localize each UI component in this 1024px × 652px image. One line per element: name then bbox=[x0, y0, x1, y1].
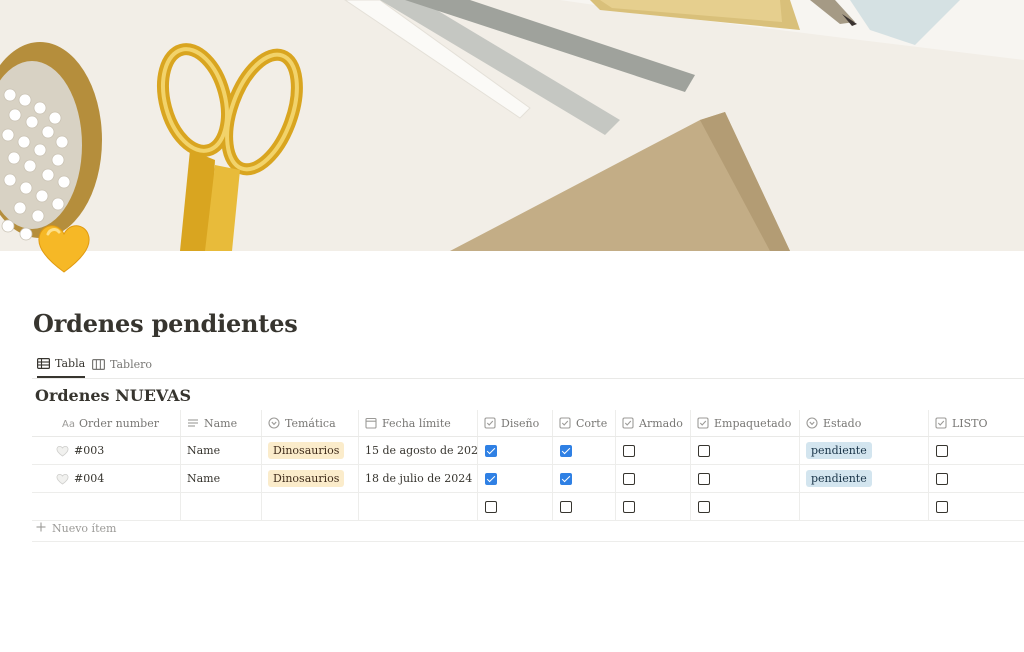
armado-cell bbox=[616, 465, 691, 492]
svg-text:Aa: Aa bbox=[62, 419, 75, 429]
armado-checkbox[interactable] bbox=[623, 444, 635, 457]
white-heart-icon bbox=[56, 445, 69, 457]
corte-cell bbox=[553, 465, 616, 492]
name-cell[interactable] bbox=[181, 493, 262, 520]
column-header-listo[interactable]: LISTO bbox=[929, 410, 1024, 436]
table-row[interactable] bbox=[32, 493, 1024, 521]
white-heart-icon bbox=[56, 473, 69, 485]
fecha-cell[interactable]: 15 de agosto de 2024 bbox=[359, 437, 478, 464]
order-number-cell[interactable]: #004 bbox=[32, 465, 181, 492]
column-header-fecha-limite[interactable]: Fecha límite bbox=[359, 410, 478, 436]
calendar-icon bbox=[365, 417, 377, 429]
lines-icon bbox=[187, 417, 199, 429]
estado-cell[interactable]: pendiente bbox=[800, 437, 929, 464]
board-icon bbox=[92, 358, 105, 370]
column-header-tematica[interactable]: Temática bbox=[262, 410, 359, 436]
checkbox-icon bbox=[559, 417, 571, 429]
fecha-cell[interactable] bbox=[359, 493, 478, 520]
listo-cell bbox=[929, 493, 1024, 520]
listo-cell bbox=[929, 465, 1024, 492]
cover-illustration bbox=[0, 0, 1024, 251]
estado-cell[interactable]: pendiente bbox=[800, 465, 929, 492]
divider bbox=[32, 541, 1024, 542]
fecha-cell[interactable]: 18 de julio de 2024 bbox=[359, 465, 478, 492]
order-number-cell[interactable] bbox=[32, 493, 181, 520]
text-aa-icon: Aa bbox=[62, 417, 75, 430]
estado-cell[interactable] bbox=[800, 493, 929, 520]
column-header-diseno[interactable]: Diseño bbox=[478, 410, 553, 436]
name-cell[interactable]: Name bbox=[181, 465, 262, 492]
checkbox-icon bbox=[622, 417, 634, 429]
listo-cell bbox=[929, 437, 1024, 464]
armado-cell bbox=[616, 437, 691, 464]
status-badge: pendiente bbox=[806, 442, 872, 459]
table-icon bbox=[37, 358, 50, 369]
orders-table: Aa Order number Name Temática Fecha lími… bbox=[32, 410, 1024, 521]
empaquetado-cell bbox=[691, 493, 800, 520]
empaquetado-checkbox[interactable] bbox=[698, 472, 710, 485]
diseno-cell bbox=[478, 465, 553, 492]
column-header-empaquetado[interactable]: Empaquetado bbox=[691, 410, 800, 436]
corte-cell bbox=[553, 437, 616, 464]
tab-tablero[interactable]: Tablero bbox=[92, 351, 152, 377]
column-header-order-number[interactable]: Aa Order number bbox=[32, 410, 181, 436]
tematica-tag: Dinosaurios bbox=[268, 470, 345, 487]
empaquetado-checkbox[interactable] bbox=[698, 500, 710, 513]
column-header-name[interactable]: Name bbox=[181, 410, 262, 436]
column-header-estado[interactable]: Estado bbox=[800, 410, 929, 436]
select-icon bbox=[806, 417, 818, 429]
name-cell[interactable]: Name bbox=[181, 437, 262, 464]
corte-checkbox[interactable] bbox=[560, 472, 572, 485]
table-row[interactable]: #004 Name Dinosaurios 18 de julio de 202… bbox=[32, 465, 1024, 493]
listo-checkbox[interactable] bbox=[936, 500, 948, 513]
tab-label: Tablero bbox=[110, 357, 152, 371]
armado-cell bbox=[616, 493, 691, 520]
new-item-label: Nuevo ítem bbox=[52, 522, 117, 535]
tematica-cell[interactable]: Dinosaurios bbox=[262, 465, 359, 492]
tab-tabla[interactable]: Tabla bbox=[37, 351, 86, 378]
armado-checkbox[interactable] bbox=[623, 500, 635, 513]
select-icon bbox=[268, 417, 280, 429]
plus-icon bbox=[36, 522, 46, 535]
tab-label: Tabla bbox=[55, 357, 86, 370]
corte-checkbox[interactable] bbox=[560, 444, 572, 457]
table-row[interactable]: #003 Name Dinosaurios 15 de agosto de 20… bbox=[32, 437, 1024, 465]
listo-checkbox[interactable] bbox=[936, 444, 948, 457]
new-item-button[interactable]: Nuevo ítem bbox=[36, 522, 116, 535]
diseno-checkbox[interactable] bbox=[485, 472, 497, 485]
armado-checkbox[interactable] bbox=[623, 472, 635, 485]
page-cover-image[interactable] bbox=[0, 0, 1024, 251]
column-header-armado[interactable]: Armado bbox=[616, 410, 691, 436]
checkbox-icon bbox=[484, 417, 496, 429]
column-header-corte[interactable]: Corte bbox=[553, 410, 616, 436]
listo-checkbox[interactable] bbox=[936, 472, 948, 485]
page-title[interactable]: Ordenes pendientes bbox=[33, 309, 298, 338]
diseno-checkbox[interactable] bbox=[485, 444, 497, 457]
corte-cell bbox=[553, 493, 616, 520]
diseno-cell bbox=[478, 437, 553, 464]
diseno-cell bbox=[478, 493, 553, 520]
checkbox-icon bbox=[935, 417, 947, 429]
diseno-checkbox[interactable] bbox=[485, 500, 497, 513]
empaquetado-cell bbox=[691, 437, 800, 464]
status-badge: pendiente bbox=[806, 470, 872, 487]
corte-checkbox[interactable] bbox=[560, 500, 572, 513]
tematica-tag: Dinosaurios bbox=[268, 442, 345, 459]
table-header: Aa Order number Name Temática Fecha lími… bbox=[32, 410, 1024, 437]
view-tabs: Tabla Tablero bbox=[32, 351, 1024, 379]
empaquetado-cell bbox=[691, 465, 800, 492]
empaquetado-checkbox[interactable] bbox=[698, 444, 710, 457]
tematica-cell[interactable] bbox=[262, 493, 359, 520]
checkbox-icon bbox=[697, 417, 709, 429]
yellow-heart-icon[interactable] bbox=[34, 218, 94, 278]
database-title[interactable]: Ordenes NUEVAS bbox=[35, 386, 191, 405]
tematica-cell[interactable]: Dinosaurios bbox=[262, 437, 359, 464]
order-number-cell[interactable]: #003 bbox=[32, 437, 181, 464]
